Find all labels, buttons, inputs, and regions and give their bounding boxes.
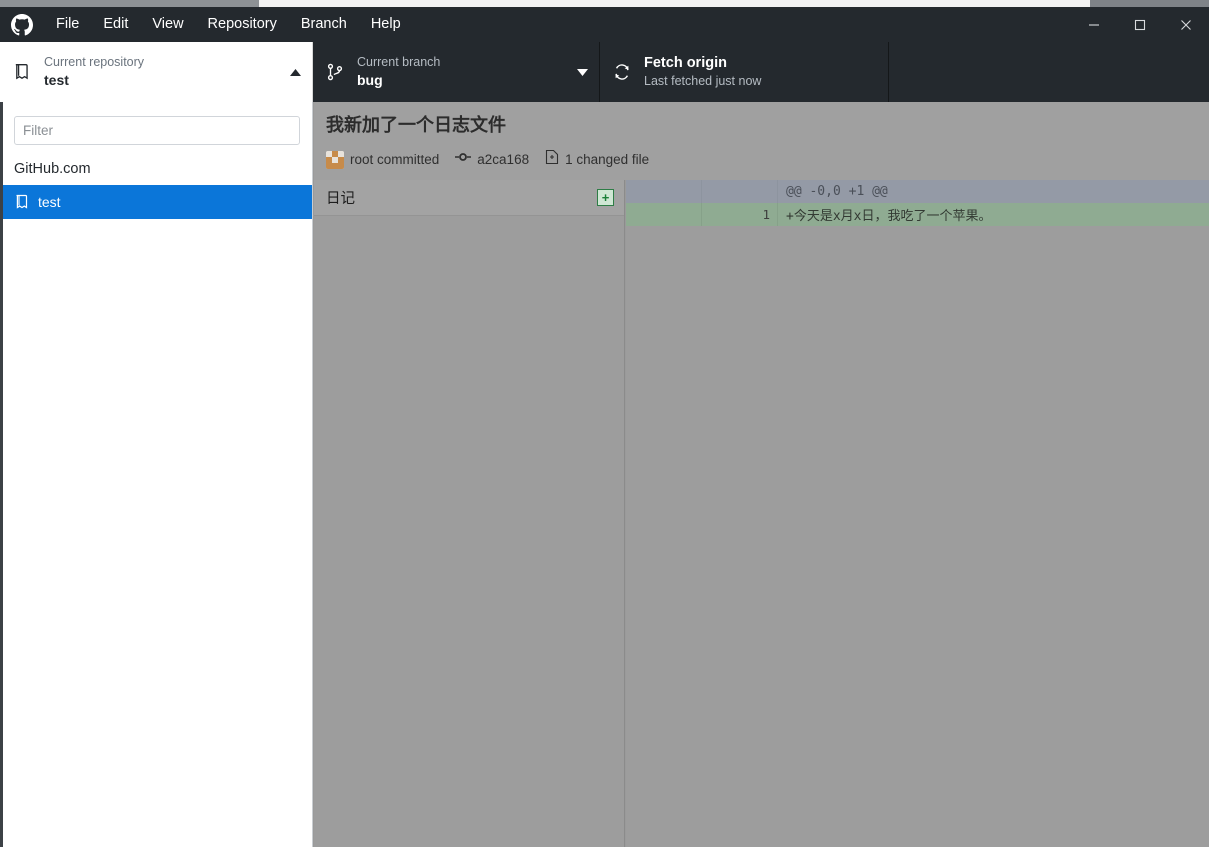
diff-row-added[interactable]: 1 +今天是x月x日，我吃了一个苹果。 bbox=[626, 203, 1209, 226]
title-bar: File Edit View Repository Branch Help bbox=[0, 7, 1209, 42]
diff-gutter-new-line: 1 bbox=[702, 203, 778, 226]
repository-filter-input[interactable] bbox=[14, 116, 300, 145]
changed-files-label: 1 changed file bbox=[565, 152, 650, 167]
commit-sha: a2ca168 bbox=[477, 152, 530, 167]
chevron-down-icon[interactable] bbox=[565, 68, 599, 77]
current-branch-value: bug bbox=[357, 72, 383, 88]
changed-files-group: 1 changed file bbox=[545, 149, 649, 170]
repository-list-item-test[interactable]: test bbox=[2, 185, 312, 219]
github-logo-icon bbox=[0, 13, 44, 36]
file-list-item[interactable]: 日记 + bbox=[314, 180, 624, 216]
commit-author-label: root committed bbox=[350, 152, 440, 167]
repository-group-header: GitHub.com bbox=[14, 161, 91, 177]
repository-book-icon bbox=[0, 63, 44, 81]
repository-list-panel: GitHub.com test bbox=[0, 102, 313, 847]
diff-empty-space bbox=[626, 226, 1209, 847]
repository-list-item-label: test bbox=[38, 194, 61, 210]
github-desktop-window: File Edit View Repository Branch Help Cu… bbox=[0, 0, 1209, 847]
sync-refresh-icon bbox=[600, 63, 644, 81]
window-top-strip-left bbox=[0, 0, 259, 7]
commit-summary-header: 我新加了一个日志文件 root committed a2ca168 1 chan… bbox=[314, 102, 1209, 180]
fetch-origin-status: Last fetched just now bbox=[644, 74, 762, 88]
diff-row-hunk-header: @@ -0,0 +1 @@ bbox=[626, 180, 1209, 203]
commit-author-group: root committed bbox=[326, 150, 440, 169]
status-badge-added: + bbox=[597, 189, 614, 206]
close-button[interactable] bbox=[1163, 7, 1209, 42]
current-repository-value: test bbox=[44, 72, 69, 88]
sidebar-left-border bbox=[0, 102, 3, 847]
file-diff-icon bbox=[545, 149, 559, 170]
diff-viewer: @@ -0,0 +1 @@ 1 +今天是x月x日，我吃了一个苹果。 bbox=[626, 180, 1209, 847]
main-toolbar: Current repository test Current branch b… bbox=[0, 42, 1209, 102]
menu-item-edit[interactable]: Edit bbox=[91, 7, 140, 42]
diff-gutter-old-line bbox=[626, 180, 702, 203]
commit-sha-group[interactable]: a2ca168 bbox=[455, 150, 529, 169]
diff-gutter-old-line bbox=[626, 203, 702, 226]
branch-icon bbox=[313, 63, 357, 81]
chevron-up-icon[interactable] bbox=[278, 68, 312, 77]
toolbar-empty-area bbox=[889, 42, 1209, 102]
current-repository-button[interactable]: Current repository test bbox=[0, 42, 313, 102]
fetch-origin-label: Fetch origin bbox=[644, 55, 727, 71]
current-repository-label: Current repository bbox=[44, 55, 145, 69]
current-branch-label: Current branch bbox=[357, 55, 441, 69]
menu-item-view[interactable]: View bbox=[140, 7, 195, 42]
filter-field-wrapper bbox=[2, 102, 312, 155]
maximize-button[interactable] bbox=[1117, 7, 1163, 42]
menu-item-file[interactable]: File bbox=[44, 7, 91, 42]
fetch-origin-button[interactable]: Fetch origin Last fetched just now bbox=[600, 42, 889, 102]
current-branch-button[interactable]: Current branch bug bbox=[313, 42, 600, 102]
commit-metadata: root committed a2ca168 1 changed file bbox=[326, 149, 1209, 170]
commit-dot-icon bbox=[455, 150, 472, 169]
diff-hunk-text: @@ -0,0 +1 @@ bbox=[786, 184, 888, 199]
repository-list-empty-space bbox=[2, 219, 312, 847]
menu-item-help[interactable]: Help bbox=[359, 7, 413, 42]
file-name: 日记 bbox=[326, 191, 355, 207]
menu-bar: File Edit View Repository Branch Help bbox=[44, 7, 413, 42]
menu-item-branch[interactable]: Branch bbox=[289, 7, 359, 42]
diff-added-line-text: +今天是x月x日，我吃了一个苹果。 bbox=[786, 209, 992, 224]
repository-book-icon bbox=[14, 194, 38, 210]
menu-item-repository[interactable]: Repository bbox=[196, 7, 289, 42]
commit-file-list: 日记 + bbox=[314, 180, 625, 847]
minimize-button[interactable] bbox=[1071, 7, 1117, 42]
commit-title: 我新加了一个日志文件 bbox=[326, 115, 506, 136]
window-top-strip-right bbox=[1090, 0, 1209, 7]
avatar bbox=[326, 150, 344, 169]
diff-gutter-new-line bbox=[702, 180, 778, 203]
window-controls bbox=[1071, 7, 1209, 42]
